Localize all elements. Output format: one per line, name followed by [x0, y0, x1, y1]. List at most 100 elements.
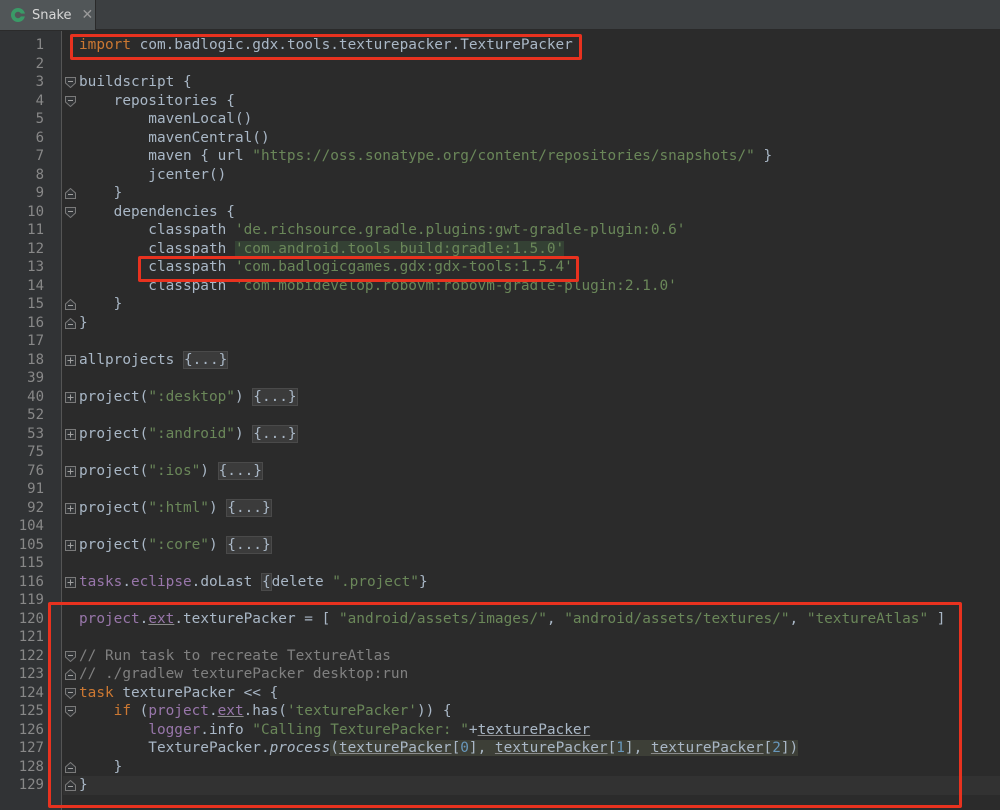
code-line[interactable]: 104	[0, 517, 1000, 536]
code-line[interactable]: 39	[0, 369, 1000, 388]
code-token: classpath	[79, 259, 235, 275]
line-number: 8	[35, 166, 44, 183]
code-line[interactable]: 120 project.ext.texturePacker = [ "androi…	[0, 610, 1000, 629]
fold-expand-icon[interactable]	[65, 428, 76, 440]
line-number: 125	[18, 703, 44, 719]
fold-collapse-icon[interactable]	[65, 95, 76, 107]
code-token: texturePacker	[650, 740, 764, 756]
code-text: classpath 'de.richsource.gradle.plugins:…	[79, 221, 685, 240]
code-line[interactable]: 129}	[0, 776, 1000, 795]
code-line[interactable]: 17	[0, 332, 1000, 351]
code-token: ":desktop"	[148, 388, 235, 405]
fold-end-icon[interactable]	[65, 761, 76, 773]
code-token: {...}	[217, 461, 263, 480]
code-token: )	[208, 536, 227, 553]
fold-collapse-icon[interactable]	[65, 206, 76, 218]
fold-end-icon[interactable]	[65, 188, 76, 199]
fold-expand-icon[interactable]	[65, 465, 76, 477]
code-token: com.badlogic.gdx.tools.texturepacker.Tex…	[139, 37, 573, 53]
code-token: project(	[79, 425, 149, 442]
code-line[interactable]: 91	[0, 480, 1000, 499]
code-editor[interactable]: 1 import com.badlogic.gdx.tools.texturepa…	[0, 31, 1000, 810]
code-line[interactable]: 53 project(":android") {...}	[0, 424, 1000, 444]
code-line[interactable]: 9 }	[0, 184, 1000, 203]
code-line[interactable]: 16}	[0, 314, 1000, 333]
fold-expand-icon[interactable]	[65, 391, 76, 403]
code-line[interactable]: 6 mavenCentral()	[0, 129, 1000, 148]
code-token: ".project"	[332, 573, 419, 590]
line-number: 1	[35, 37, 44, 53]
code-line[interactable]: 76 project(":ios") {...}	[0, 461, 1000, 481]
fold-end-icon[interactable]	[65, 780, 76, 791]
code-line[interactable]: 8 jcenter()	[0, 166, 1000, 185]
line-number: 91	[27, 481, 44, 497]
code-line[interactable]: 1 import com.badlogic.gdx.tools.texturepa…	[0, 36, 1000, 55]
code-line[interactable]: 4 repositories {	[0, 92, 1000, 111]
fold-collapse-icon[interactable]	[65, 706, 76, 717]
code-line[interactable]: 124 task texturePacker << {	[0, 684, 1000, 703]
code-line[interactable]: 105 project(":core") {...}	[0, 535, 1000, 555]
code-text: if (project.ext.has('texturePacker')) {	[79, 702, 452, 721]
code-token: "Calling TexturePacker: "	[252, 721, 469, 738]
code-token: ":html"	[148, 499, 209, 516]
code-text: // ./gradlew texturePacker desktop:run	[79, 665, 408, 684]
code-line[interactable]: 116 tasks.eclipse.doLast {delete ".projec…	[0, 572, 1000, 592]
code-line[interactable]: 15 }	[0, 295, 1000, 314]
fold-end-icon[interactable]	[65, 317, 76, 329]
code-line[interactable]: 92 project(":html") {...}	[0, 498, 1000, 518]
line-number: 126	[18, 721, 44, 738]
fold-expand-icon[interactable]	[65, 502, 76, 514]
close-icon[interactable]: ✕	[82, 7, 94, 23]
line-number: 128	[18, 758, 44, 775]
line-number: 15	[27, 296, 44, 312]
code-line[interactable]: 7 maven { url "https://oss.sonatype.org/…	[0, 147, 1000, 166]
code-line[interactable]: 40 project(":desktop") {...}	[0, 387, 1000, 407]
code-line[interactable]: 5 mavenLocal()	[0, 110, 1000, 129]
code-line[interactable]: 18 allprojects {...}	[0, 350, 1000, 370]
editor-tab-bar: Snake ✕	[0, 0, 1000, 30]
code-line[interactable]: 3 buildscript {	[0, 73, 1000, 92]
code-token: ":ios"	[148, 462, 201, 479]
code-token: repositories {	[79, 92, 235, 109]
code-line[interactable]: 115	[0, 554, 1000, 573]
code-line[interactable]: 11 classpath 'de.richsource.gradle.plugi…	[0, 221, 1000, 240]
code-token: )	[234, 388, 253, 405]
code-token: texturePacker	[338, 740, 452, 756]
code-line[interactable]: 123 // ./gradlew texturePacker desktop:ru…	[0, 665, 1000, 684]
code-token: }	[79, 185, 123, 201]
code-token: texturePacker	[494, 740, 608, 756]
code-token: 'com.badlogicgames.gdx:gdx-tools:1.5.4'	[234, 259, 573, 275]
fold-end-icon[interactable]	[65, 669, 76, 680]
line-number: 39	[27, 370, 44, 386]
code-line[interactable]: 2	[0, 55, 1000, 74]
code-line[interactable]: 121	[0, 628, 1000, 647]
code-line[interactable]: 125 if (project.ext.has('texturePacker')…	[0, 702, 1000, 721]
fold-expand-icon[interactable]	[65, 354, 76, 366]
code-token: ":core"	[148, 536, 209, 553]
code-line[interactable]: 13 classpath 'com.badlogicgames.gdx:gdx-…	[0, 258, 1000, 277]
code-token: {...}	[252, 387, 298, 406]
code-line[interactable]: 14 classpath 'com.mobidevelop.robovm:rob…	[0, 277, 1000, 296]
code-token: if	[113, 703, 131, 719]
fold-collapse-icon[interactable]	[65, 687, 76, 699]
code-line[interactable]: 128 }	[0, 758, 1000, 777]
code-line[interactable]: 127 TexturePacker.process(texturePacker[…	[0, 739, 1000, 758]
code-line[interactable]: 75	[0, 443, 1000, 462]
fold-expand-icon[interactable]	[65, 539, 76, 551]
code-line[interactable]: 52	[0, 406, 1000, 425]
code-token: ],	[624, 740, 651, 756]
code-line[interactable]: 119	[0, 591, 1000, 610]
fold-collapse-icon[interactable]	[65, 650, 76, 662]
code-line[interactable]: 126 logger.info "Calling TexturePacker: …	[0, 721, 1000, 740]
code-token: tasks	[79, 573, 123, 590]
code-token: classpath	[79, 277, 235, 294]
fold-end-icon[interactable]	[65, 299, 76, 310]
fold-expand-icon[interactable]	[65, 576, 76, 588]
fold-collapse-icon[interactable]	[65, 77, 76, 88]
code-line[interactable]: 10 dependencies {	[0, 203, 1000, 222]
code-text: }	[79, 776, 88, 795]
code-token: TexturePacker.	[79, 740, 270, 756]
code-line[interactable]: 12 classpath 'com.android.tools.build:gr…	[0, 240, 1000, 259]
tab-snake[interactable]: Snake ✕	[0, 0, 96, 30]
code-line[interactable]: 122 // Run task to recreate TextureAtlas	[0, 647, 1000, 666]
